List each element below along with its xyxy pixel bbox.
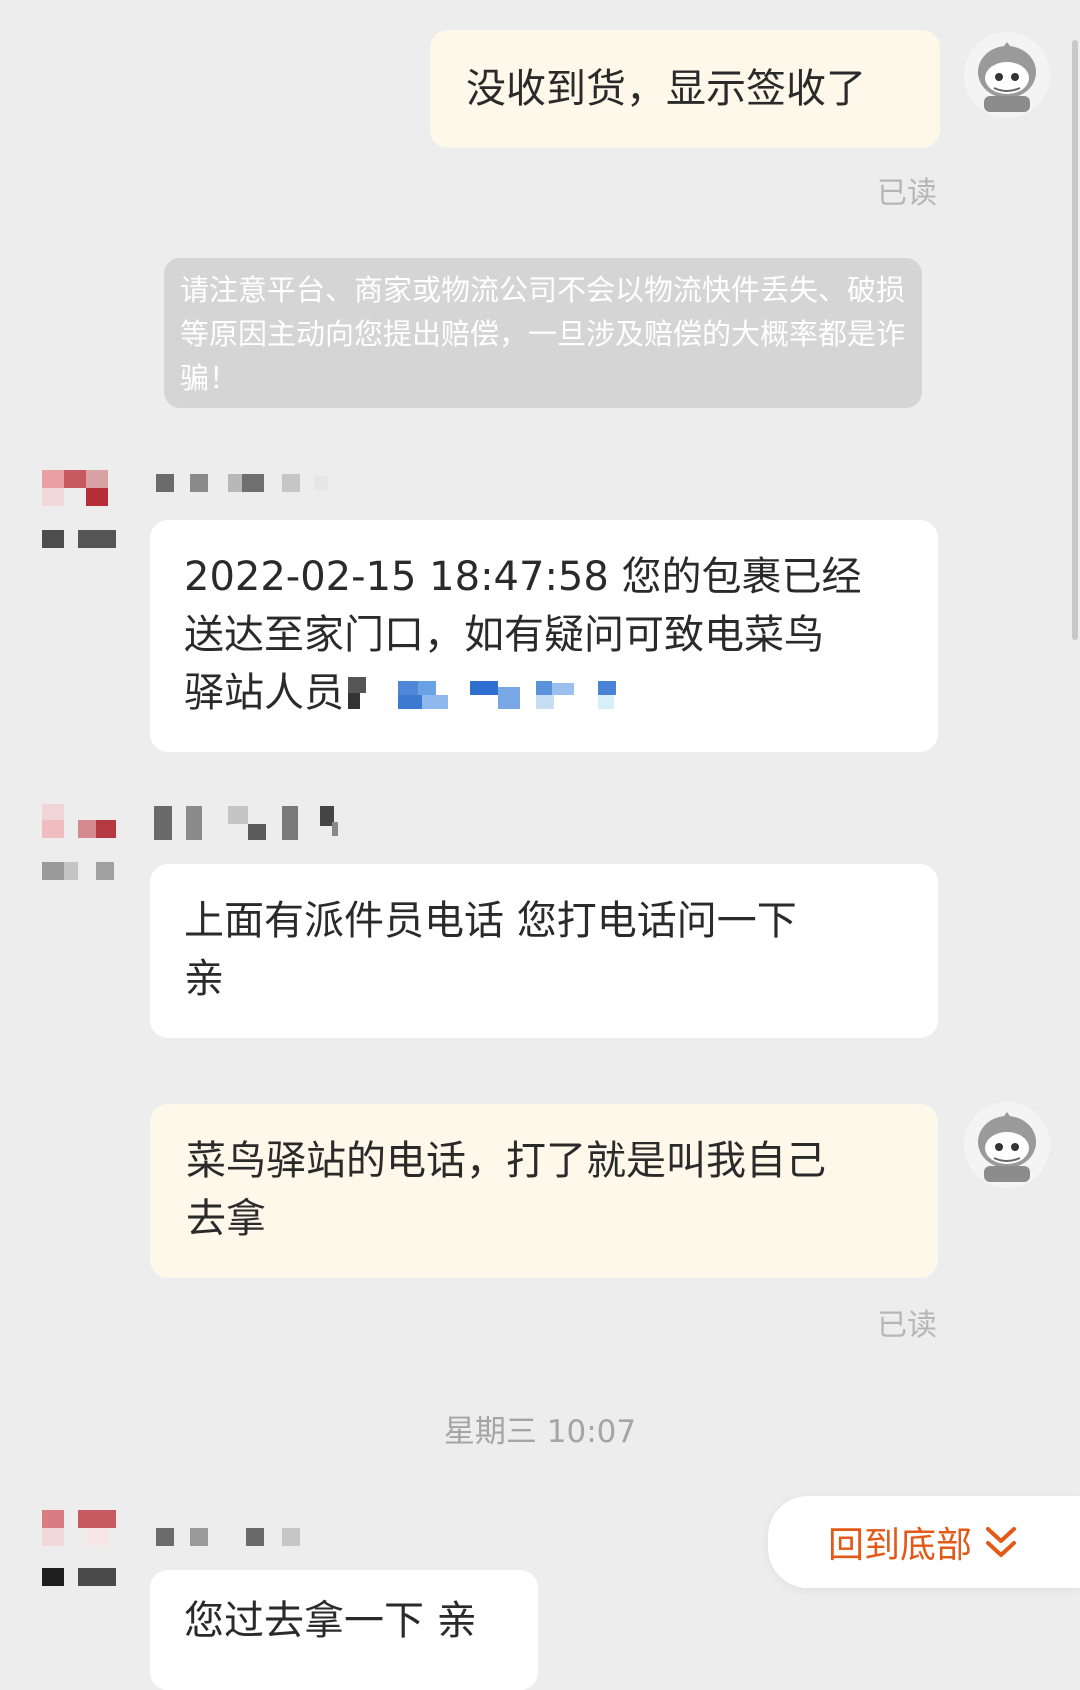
message-text: 没收到货，显示签收了 — [466, 66, 866, 112]
pixelated-name-icon — [156, 1528, 300, 1546]
read-receipt: 已读 — [877, 176, 937, 211]
message-bubble-incoming[interactable]: 您过去拿一下 亲 — [150, 1570, 538, 1690]
agent-name-pixelated — [156, 1524, 346, 1550]
scrollbar[interactable] — [1072, 40, 1078, 640]
notice-text: 请注意平台、商家或物流公司不会以物流快件丢失、破损等原因主动向您提出赔偿，一旦涉… — [180, 273, 906, 395]
agent-name-pixelated — [156, 470, 346, 496]
pixelated-avatar-icon — [42, 1510, 116, 1586]
system-notice: 请注意平台、商家或物流公司不会以物流快件丢失、破损等原因主动向您提出赔偿，一旦涉… — [164, 258, 922, 408]
pixelated-avatar-icon — [42, 804, 116, 880]
agent-name-pixelated — [154, 804, 354, 840]
pixelated-avatar-icon — [42, 470, 116, 548]
agent-avatar-pixelated[interactable] — [42, 1510, 132, 1600]
pixelated-name-icon — [156, 474, 328, 492]
message-line-with-redaction: 驿站人员 — [184, 664, 904, 722]
user-avatar[interactable] — [964, 32, 1050, 118]
message-text: 您过去拿一下 亲 — [184, 1598, 477, 1644]
message-bubble-outgoing[interactable]: 菜鸟驿站的电话，打了就是叫我自己 去拿 — [150, 1104, 938, 1278]
message-bubble-incoming[interactable]: 上面有派件员电话 您打电话问一下 亲 — [150, 864, 938, 1038]
message-line: 亲 — [184, 956, 224, 1002]
read-receipt: 已读 — [877, 1308, 937, 1343]
scroll-to-bottom-button[interactable]: 回到底部 — [768, 1496, 1080, 1588]
double-chevron-down-icon — [986, 1527, 1017, 1557]
message-bubble-incoming[interactable]: 2022-02-15 18:47:58 您的包裹已经 送达至家门口，如有疑问可致… — [150, 520, 938, 752]
message-line: 送达至家门口，如有疑问可致电菜鸟 — [184, 612, 824, 658]
user-avatar[interactable] — [964, 1102, 1050, 1188]
mascot-icon — [978, 1112, 1036, 1182]
message-line: 去拿 — [186, 1196, 266, 1242]
message-bubble-outgoing[interactable]: 没收到货，显示签收了 — [430, 30, 940, 148]
pixelated-name-icon — [154, 806, 338, 840]
message-line: 上面有派件员电话 您打电话问一下 — [184, 898, 797, 944]
scroll-to-bottom-label: 回到底部 — [828, 1525, 973, 1566]
message-line: 2022-02-15 18:47:58 您的包裹已经 — [184, 554, 862, 600]
message-line: 菜鸟驿站的电话，打了就是叫我自己 — [186, 1138, 826, 1184]
redacted-phone-icon — [348, 677, 616, 709]
agent-avatar-pixelated[interactable] — [42, 470, 132, 560]
mascot-icon — [978, 42, 1036, 112]
chat-timestamp: 星期三 10:07 — [443, 1414, 637, 1450]
agent-avatar-pixelated[interactable] — [42, 804, 132, 894]
message-line: 驿站人员 — [184, 670, 344, 716]
